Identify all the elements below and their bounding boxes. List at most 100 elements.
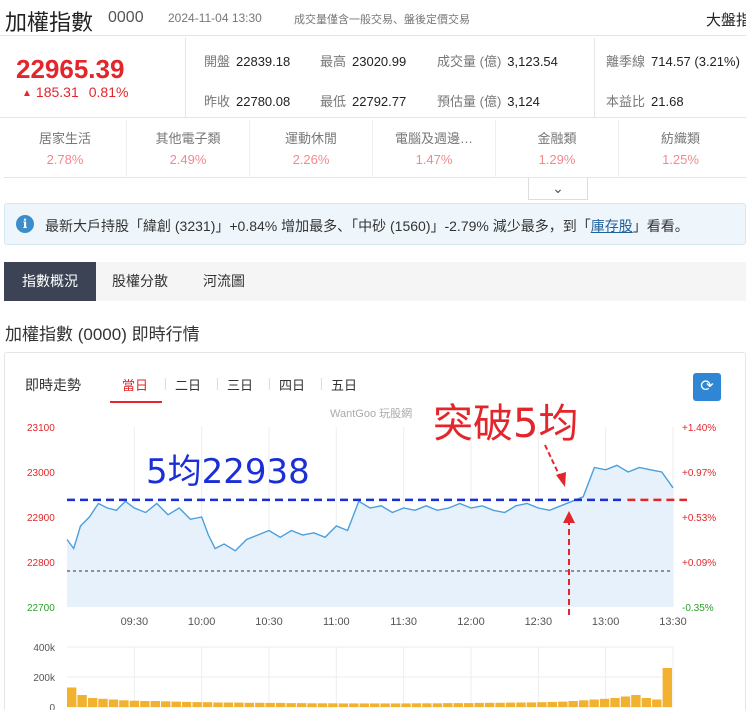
volume-bar [484,702,495,707]
volume-bar [652,699,662,707]
volume-bar [380,703,390,707]
quote-panel: 22965.39 ▲ 185.31 0.81% 開盤 22839.18 最高 23020… [0,38,746,118]
chart-card: 即時走勢 當日 二日 三日 四日 五日 ⟳ 23100 +1.40% 23000 +0… [4,352,746,710]
volume-bar [192,702,202,707]
volume-bar [453,703,463,707]
sector-item[interactable]: 其他電子類 2.49% [127,120,250,178]
stat-open: 開盤 22839.18 [204,54,291,69]
volume-tick-label: 400k [33,643,56,654]
volume-bar [171,701,181,707]
y-tick-label: 23100 [27,423,55,434]
volume-bar [98,698,108,708]
volume-bar [307,703,317,708]
volume-bar [129,700,140,707]
volume-bar [296,703,307,707]
y-tick-label: 22700 [27,603,55,614]
volume-bar [579,700,589,708]
volume-bar [67,687,77,707]
volume-bar [87,698,98,707]
volume-bar [108,699,119,707]
x-tick-label: 12:00 [457,616,485,628]
notice-text: 最新大戶持股「緯創 (3231)」+0.84% 增加最多、「中砂 (1560)」… [45,218,689,234]
stat-pe-ratio: 本益比 21.68 [606,94,684,109]
x-tick-label: 11:00 [323,616,350,628]
volume-bar [422,703,432,708]
volume-bar [443,703,453,707]
x-tick-label: 13:30 [659,616,687,628]
y-tick-label-right: +0.53% [682,513,716,524]
price-box: 22965.39 ▲ 185.31 0.81% [4,38,186,118]
volume-note: 成交量僅含一般交易、盤後定價交易 [294,14,470,26]
volume-bar [401,703,411,707]
last-price: 22965.39 [16,54,125,84]
volume-bar [599,698,610,708]
index-code: 0000 [108,9,144,26]
volume-bar [77,695,87,707]
volume-bar [150,701,160,707]
volume-bar [161,701,171,707]
volume-bar [244,702,254,707]
volume-bar [181,701,192,707]
volume-bar [140,701,150,707]
volume-bar [390,703,401,707]
volume-bar [620,696,631,707]
sector-item[interactable]: 金融類 1.29% [496,120,619,178]
volume-bar [213,702,223,707]
volume-bar [328,703,338,708]
arrow-line-down [544,444,562,480]
volume-bar [370,703,380,707]
volume-bar [464,703,474,707]
notice-banner: i 最新大戶持股「緯創 (3231)」+0.84% 增加最多、「中砂 (1560… [4,203,746,245]
y-tick-label-right: +0.97% [682,468,716,479]
sector-item[interactable]: 電腦及週邊… 1.47% [373,120,496,178]
x-tick-label: 10:00 [188,616,216,628]
volume-bar [234,702,244,707]
volume-bar [641,698,652,707]
section-title: 加權指數 (0000) 即時行情 [5,325,200,344]
arrow-head-down [556,472,566,487]
y-tick-label-right: +1.40% [682,423,716,434]
volume-bar [537,702,547,707]
y-tick-label: 22900 [27,513,55,524]
volume-bar [505,702,516,707]
y-tick-label: 22800 [27,558,55,569]
volume-bar [359,703,369,707]
sector-item[interactable]: 居家生活 2.78% [4,120,127,178]
volume-bar [631,695,641,707]
x-tick-label: 12:30 [525,616,553,628]
treasury-stock-link[interactable]: 庫存股 [591,218,633,234]
expand-sectors-button[interactable]: ⌄ [528,178,588,200]
stat-divider [594,38,595,118]
sector-item[interactable]: 運動休閒 2.26% [250,120,373,178]
breakout-annotation: 突破5均 [433,401,578,447]
x-tick-label: 09:30 [121,616,149,628]
volume-bar [568,701,578,707]
tab-river-chart[interactable]: 河流圖 [184,262,264,301]
tab-shareholding[interactable]: 股權分散 [100,262,180,301]
volume-bar [276,702,286,707]
volume-bar [474,702,484,707]
volume-bar [265,702,275,707]
ma5-annotation: 5均22938 [146,452,310,492]
volume-bar [547,701,557,707]
volume-tick-label: 200k [33,673,56,684]
volume-bar [286,703,296,707]
quote-datetime: 2024-11-04 13:30 [168,11,262,25]
watermark: WantGoo 玩股網 [330,406,412,420]
tab-index-overview[interactable]: 指數概況 [4,262,96,301]
stat-volume: 成交量 (億) 3,123.54 [437,54,558,69]
volume-tick-label: 0 [49,703,55,710]
x-tick-label: 10:30 [255,616,283,628]
up-arrow-icon: ▲ [22,88,32,99]
volume-bar [526,702,537,707]
market-link[interactable]: 大盤指 [706,9,746,30]
stat-quarter-line: 離季線 714.57 (3.21%) [606,54,740,69]
info-icon: i [16,215,34,233]
sector-item[interactable]: 紡織類 1.25% [619,120,742,178]
y-tick-label-right: -0.35% [682,603,714,614]
volume-bar [495,702,505,707]
x-tick-label: 11:30 [390,616,417,628]
sector-strip: 居家生活 2.78% 其他電子類 2.49% 運動休閒 2.26% 電腦及週邊… 1.4… [4,120,746,178]
stat-prev-close: 昨收 22780.08 [204,94,291,109]
chevron-down-icon: ⌄ [552,180,564,196]
